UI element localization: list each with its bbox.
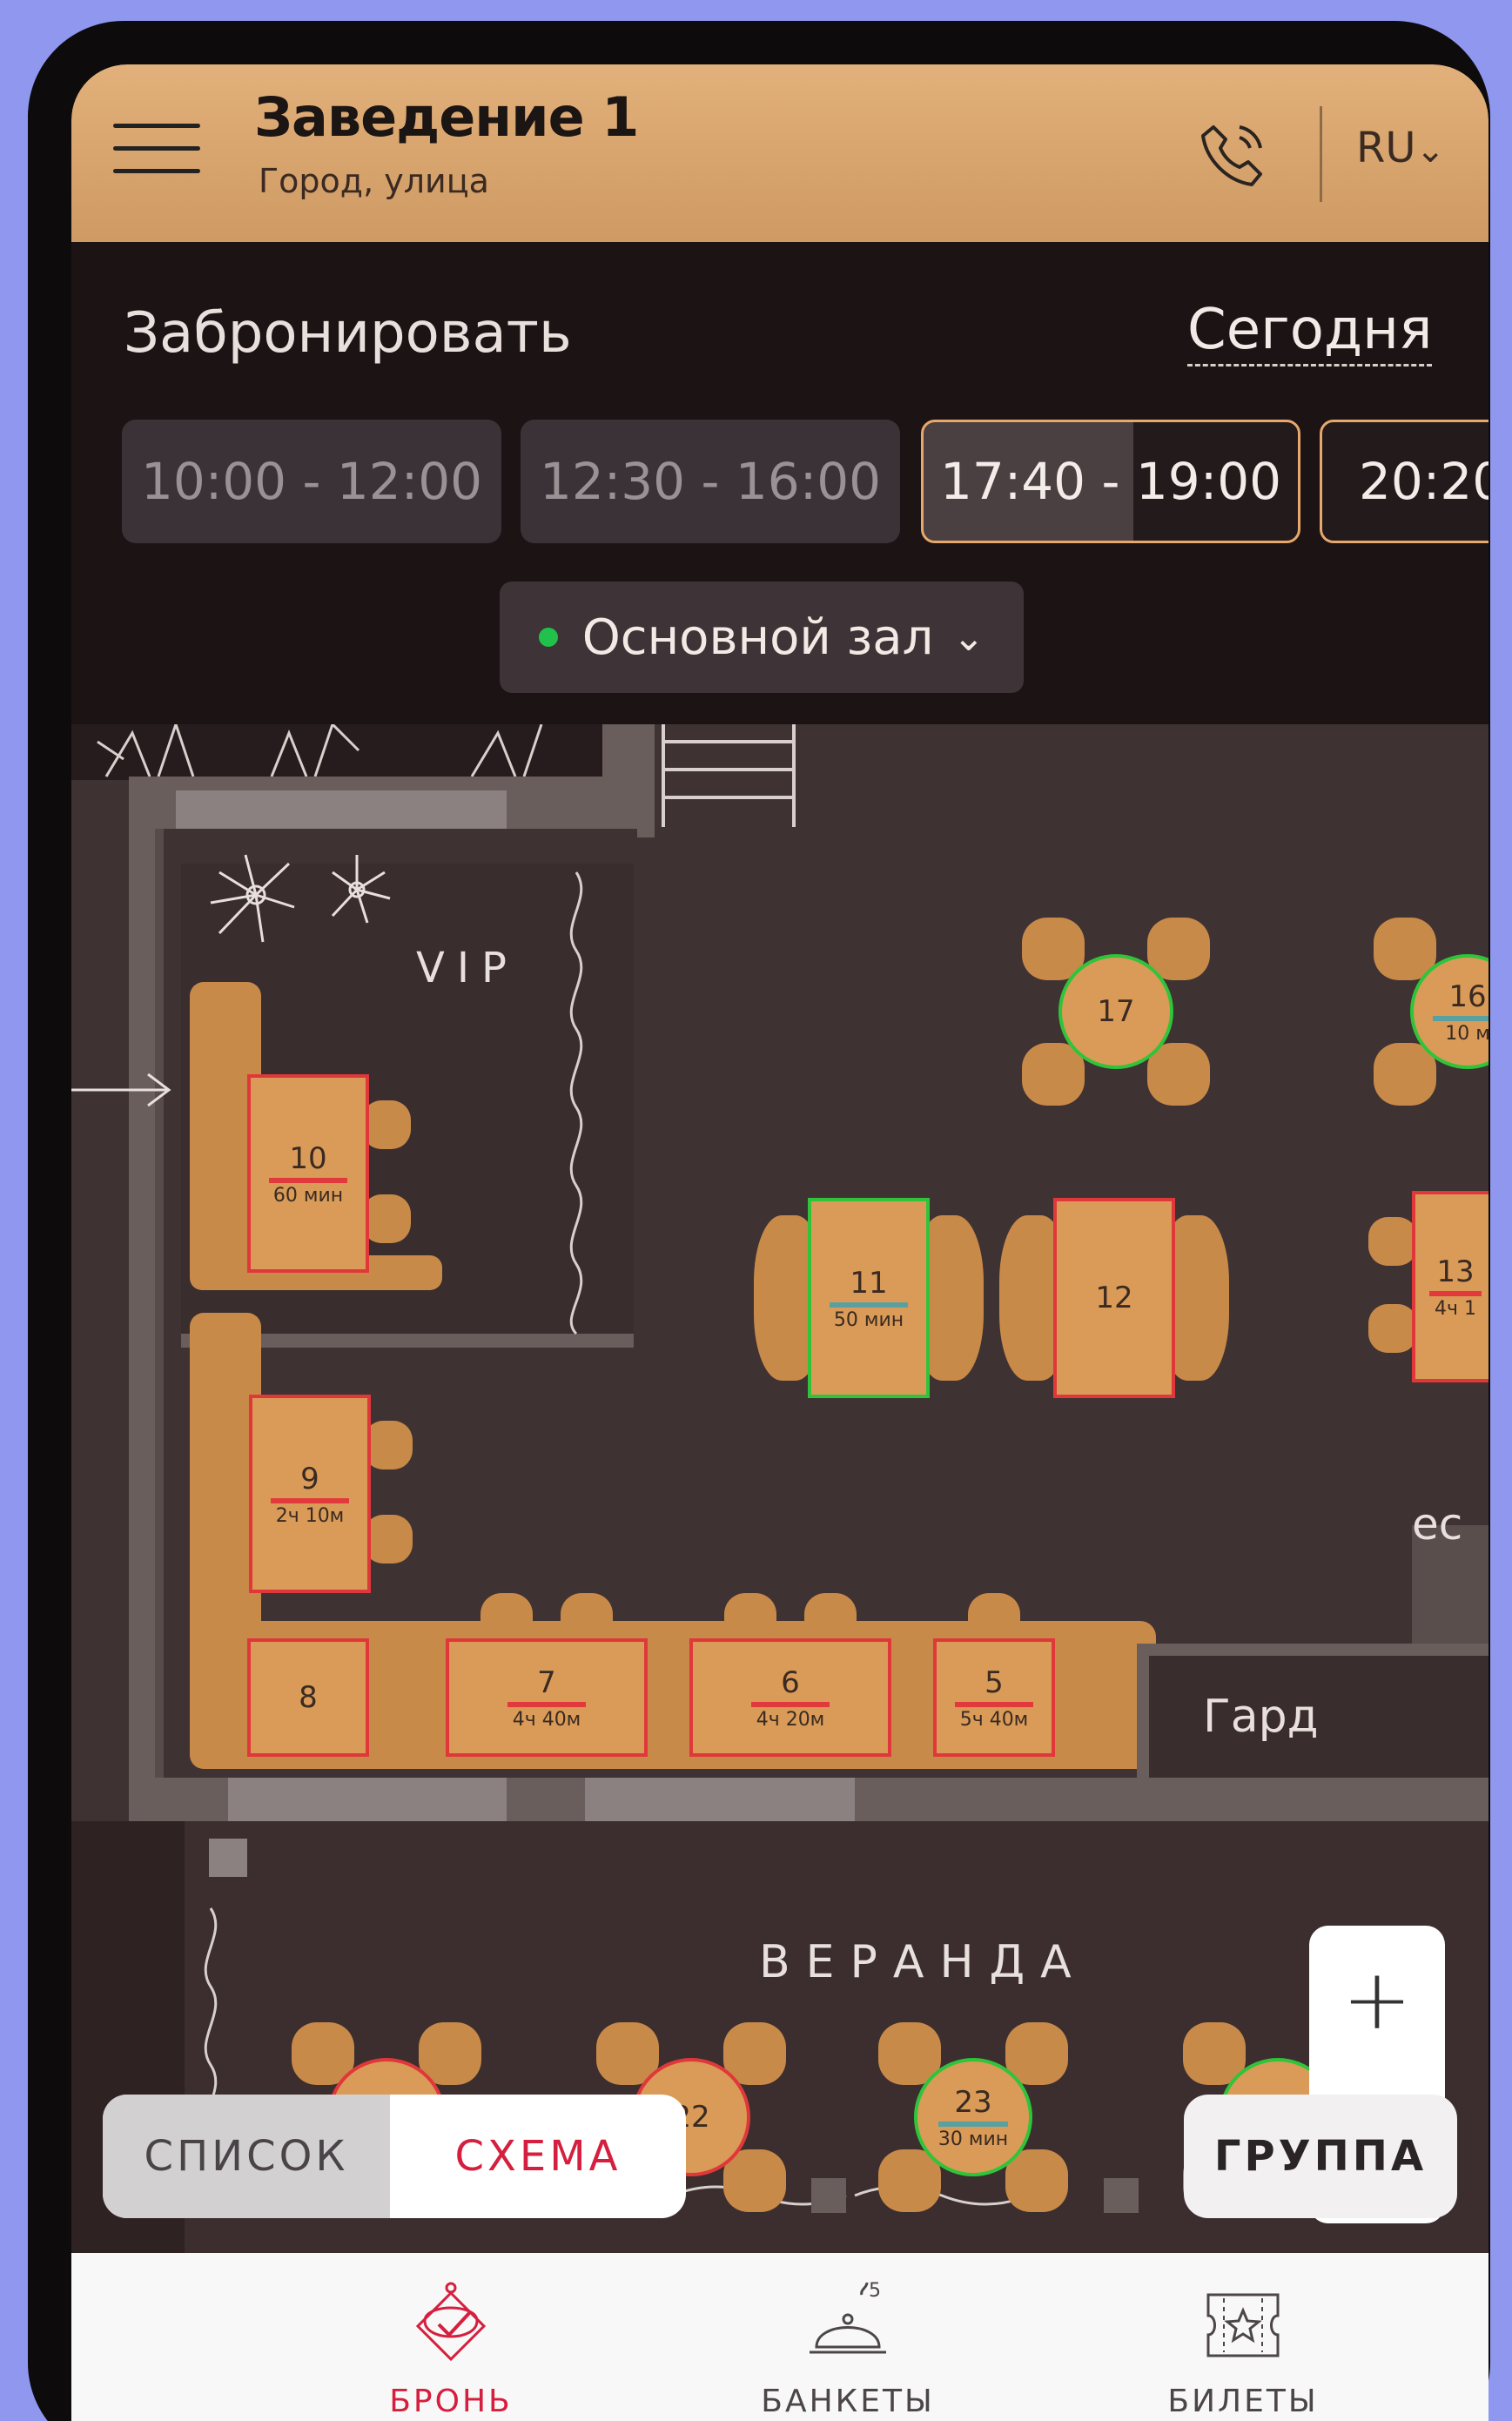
chair [1368,1304,1417,1353]
time-bar [507,1701,586,1707]
chair [968,1593,1020,1645]
table-number: 8 [299,1680,318,1715]
table-note: 50 мин [833,1308,904,1331]
chair [364,1421,413,1469]
time-bar [955,1701,1033,1707]
table-number: 13 [1436,1254,1475,1289]
menu-icon[interactable] [113,118,200,179]
time-bar [1429,1290,1482,1296]
table-9[interactable]: 9 2ч 10м [249,1395,371,1593]
table-13[interactable]: 13 4ч 1 [1412,1191,1488,1382]
language-selector[interactable]: RU⌄ [1356,124,1445,172]
app-screen: Заведение 1 Город, улица RU⌄ Забронирова… [71,64,1488,2421]
table-note: 30 мин [937,2128,1009,2150]
tab-booking[interactable]: БРОНЬ [320,2253,581,2421]
hall-label: Основной зал [581,609,934,666]
table-number: 6 [781,1664,800,1700]
zone-label-partial: ес [1412,1499,1463,1550]
chair [362,1194,411,1243]
table-number: 7 [537,1664,556,1700]
table-note: 60 мин [272,1184,344,1207]
chair [362,1100,411,1149]
zone-label-vip: VIP [416,944,519,992]
chevron-down-icon: ⌄ [1415,131,1445,171]
table-23[interactable]: 23 30 мин [914,2058,1032,2176]
time-bar [938,2121,1008,2127]
bottom-tab-bar: БРОНЬ 5 БАНКЕТЫ БИЛЕТЫ [71,2253,1488,2421]
table-7[interactable]: 7 4ч 40м [446,1638,648,1757]
hall-selector[interactable]: Основной зал ⌄ [500,582,1024,693]
table-note: 4ч 40м [512,1708,581,1731]
table-number: 23 [954,2084,992,2120]
table-note: 4ч 20м [756,1708,825,1731]
table-10[interactable]: 10 60 мин [247,1074,369,1273]
tab-banquets[interactable]: 5 БАНКЕТЫ [717,2253,978,2421]
booking-check-icon [415,2282,487,2362]
chair [1005,2149,1069,2213]
time-slot[interactable]: 12:30 - 16:00 [521,420,900,543]
chair [804,1593,857,1645]
time-bar [271,1497,349,1503]
language-label: RU [1356,124,1416,172]
chair [364,1515,413,1564]
zone-label-wardrobe: Гард [1203,1691,1319,1743]
date-selector[interactable]: Сегодня [1187,298,1433,367]
table-6[interactable]: 6 4ч 20м [689,1638,891,1757]
table-number: 11 [850,1265,888,1301]
table-number: 12 [1095,1281,1133,1315]
time-slot[interactable]: 20:20 [1320,420,1488,543]
tab-label: БИЛЕТЫ [1167,2384,1319,2419]
group-button[interactable]: ГРУППА [1184,2095,1457,2218]
app-header: Заведение 1 Город, улица RU⌄ [71,64,1488,242]
chair [561,1593,613,1645]
header-divider [1320,106,1322,202]
time-bar [830,1301,908,1308]
time-slot-selected[interactable]: 17:40 - 19:00 [921,420,1300,543]
tab-label: БРОНЬ [389,2384,513,2419]
time-slot[interactable]: 10:00 - 12:00 [122,420,501,543]
venue-name: Заведение 1 [254,85,639,149]
chair [480,1593,533,1645]
floor-plan[interactable]: VIP ВЕРАНДА Гард ес 10 60 мин 9 2ч 10м 8 7 4ч … [71,724,1488,2397]
status-dot [538,628,558,647]
chair [1368,1217,1417,1266]
tab-tickets[interactable]: БИЛЕТЫ [1112,2253,1374,2421]
table-number: 10 [289,1140,327,1176]
table-17[interactable]: 17 [1058,954,1173,1069]
chair [362,1673,411,1722]
zoom-in-button[interactable]: + [1309,1926,1445,2074]
ticket-star-icon [1206,2293,1280,2357]
venue-address: Город, улица [259,162,489,200]
scheme-view-button[interactable]: СХЕМА [390,2095,686,2218]
zone-label-veranda: ВЕРАНДА [759,1936,1087,1988]
phone-icon[interactable] [1194,115,1273,193]
view-toggle: СПИСОК СХЕМА [103,2095,686,2218]
table-11[interactable]: 11 50 мин [808,1198,930,1398]
table-number: 17 [1097,994,1135,1029]
time-bar [751,1701,830,1707]
booking-title: Забронировать [124,301,572,366]
tab-label: БАНКЕТЫ [761,2384,935,2419]
cloche-icon: 5 [810,2280,886,2354]
list-view-button[interactable]: СПИСОК [103,2095,390,2218]
chair [1147,1043,1210,1106]
table-number: 5 [984,1664,1004,1700]
table-note: 10 м [1445,1022,1488,1045]
table-note: 2ч 10м [275,1504,345,1527]
chevron-down-icon: ⌄ [952,615,985,660]
svg-text:5: 5 [869,2280,881,2302]
table-8[interactable]: 8 [247,1638,369,1757]
time-bar [1433,1015,1488,1021]
table-note: 5ч 40м [959,1708,1029,1731]
chair [724,1593,776,1645]
table-note: 4ч 1 [1435,1297,1476,1320]
chair [723,2149,787,2213]
time-bar [269,1177,347,1183]
table-number: 9 [300,1461,319,1496]
table-number: 16 [1448,978,1487,1014]
table-12[interactable]: 12 [1053,1198,1175,1398]
table-5[interactable]: 5 5ч 40м [933,1638,1055,1757]
